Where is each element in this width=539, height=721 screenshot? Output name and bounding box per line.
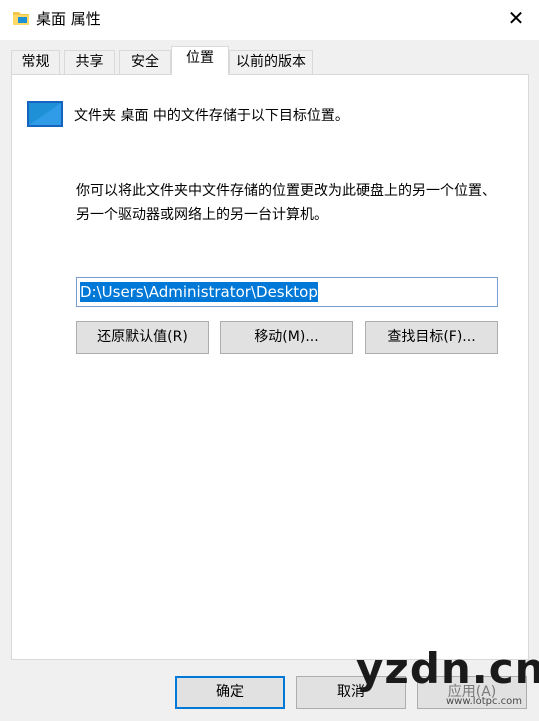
close-button[interactable]: ✕ — [493, 0, 539, 36]
tab-previous-versions[interactable]: 以前的版本 — [229, 50, 313, 74]
location-description: 你可以将此文件夹中文件存储的位置更改为此硬盘上的另一个位置、另一个驱动器或网络上… — [76, 183, 496, 223]
apply-button[interactable]: 应用(A) — [417, 676, 527, 709]
folder-icon — [13, 12, 29, 25]
ok-button[interactable]: 确定 — [175, 676, 285, 709]
tab-strip: 常规 共享 安全 位置 以前的版本 — [11, 46, 531, 75]
properties-dialog: 桌面 属性 ✕ 常规 共享 安全 位置 以前的版本 文件夹 桌面 中的文件存储于… — [0, 0, 539, 721]
target-path-text: D:\Users\Administrator\Desktop — [80, 282, 318, 302]
close-icon: ✕ — [507, 6, 525, 30]
cancel-button[interactable]: 取消 — [296, 676, 406, 709]
location-panel: 文件夹 桌面 中的文件存储于以下目标位置。 你可以将此文件夹中文件存储的位置更改… — [11, 74, 529, 660]
restore-default-button[interactable]: 还原默认值(R) — [76, 321, 209, 354]
tab-location[interactable]: 位置 — [171, 46, 229, 75]
tab-sharing[interactable]: 共享 — [64, 50, 115, 74]
window-title: 桌面 属性 — [36, 10, 101, 28]
tab-security[interactable]: 安全 — [119, 50, 171, 74]
desktop-folder-icon — [27, 101, 63, 127]
move-button[interactable]: 移动(M)... — [220, 321, 353, 354]
find-target-button[interactable]: 查找目标(F)... — [365, 321, 498, 354]
tab-general[interactable]: 常规 — [11, 50, 60, 74]
target-path-input[interactable]: D:\Users\Administrator\Desktop — [76, 277, 498, 307]
location-heading: 文件夹 桌面 中的文件存储于以下目标位置。 — [74, 108, 349, 124]
title-bar: 桌面 属性 ✕ — [0, 0, 539, 40]
